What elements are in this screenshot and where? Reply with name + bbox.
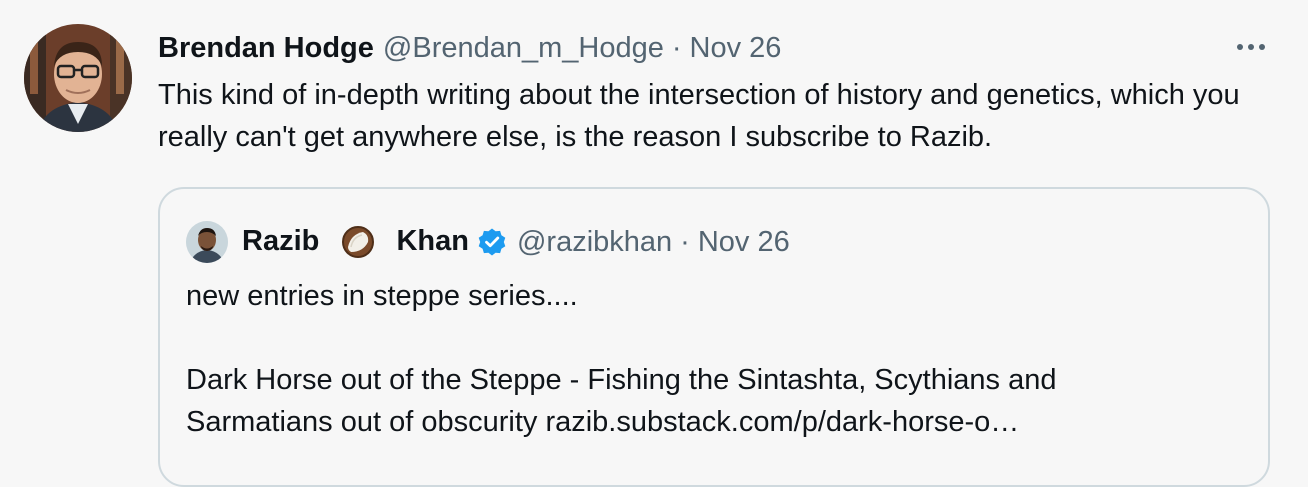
author-avatar-image <box>24 24 132 132</box>
quoted-tweet-card[interactable]: Razib Khan @razibkhan · Nov 26 new entri… <box>158 187 1270 487</box>
quoted-header-separator: · <box>680 225 690 258</box>
coconut-icon <box>342 226 375 259</box>
tweet[interactable]: Brendan Hodge @Brendan_m_Hodge · Nov 26 … <box>0 0 1308 487</box>
tweet-header: Brendan Hodge @Brendan_m_Hodge · Nov 26 <box>158 28 781 68</box>
quoted-text-line: Sarmatians out of obscurity razib.substa… <box>186 401 1246 443</box>
quoted-tweet-date[interactable]: Nov 26 <box>698 226 790 259</box>
tweet-date[interactable]: Nov 26 <box>690 28 782 68</box>
author-handle[interactable]: @Brendan_m_Hodge <box>383 28 664 68</box>
quoted-tweet-header: Razib Khan @razibkhan · Nov 26 <box>242 221 790 263</box>
quoted-text-fragment: Sarmatians out of obscurity <box>186 406 546 438</box>
quoted-text-line: new entries in steppe series.... <box>186 280 578 312</box>
tweet-text: This kind of in-depth writing about the … <box>158 79 1240 153</box>
quoted-text-blank-line <box>186 317 1246 359</box>
more-horizontal-icon <box>1237 44 1243 50</box>
verified-badge-icon <box>478 228 506 256</box>
quoted-tweet-text: new entries in steppe series.... Dark Ho… <box>186 275 1246 443</box>
more-options-button[interactable] <box>1228 30 1274 64</box>
quoted-author-handle[interactable]: @razibkhan <box>517 226 672 259</box>
quoted-text-line: Dark Horse out of the Steppe - Fishing t… <box>186 364 1057 396</box>
quoted-author-name[interactable]: Razib Khan <box>242 225 469 259</box>
more-horizontal-icon <box>1259 44 1265 50</box>
quoted-author-last-name: Khan <box>396 224 469 257</box>
quoted-author-avatar-image <box>186 221 228 263</box>
author-avatar[interactable] <box>24 24 132 132</box>
more-horizontal-icon <box>1248 44 1254 50</box>
quoted-author-first-name: Razib <box>242 224 320 257</box>
quoted-article-link[interactable]: razib.substack.com/p/dark-horse-o… <box>545 406 1019 438</box>
quoted-author-avatar[interactable] <box>186 221 228 263</box>
header-separator: · <box>671 32 682 64</box>
author-name[interactable]: Brendan Hodge <box>158 28 374 68</box>
